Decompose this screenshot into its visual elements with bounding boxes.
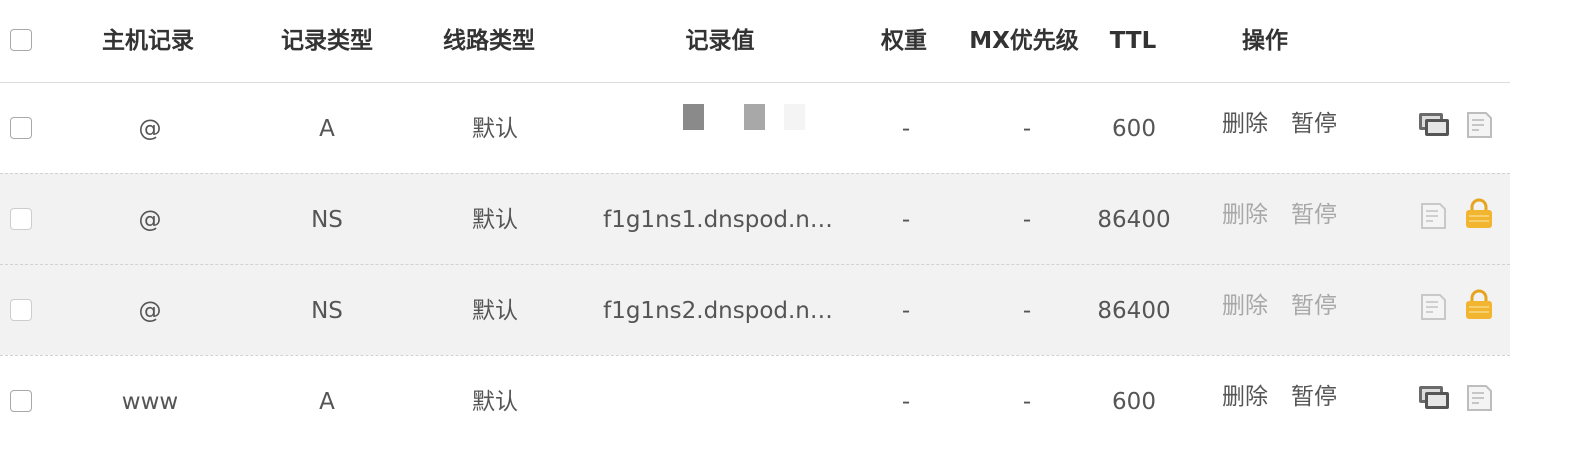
remark-icon[interactable] [1417,384,1451,416]
note-icon[interactable] [1419,202,1447,234]
column-header-host: 主机记录 [102,28,194,54]
column-header-ttl: TTL [1109,28,1157,54]
note-icon[interactable] [1465,111,1493,143]
ttl-cell: 600 [1112,389,1156,415]
table-row: @ NS 默认 f1g1ns1.dnspod.n… - - 86400 删除 暂… [0,173,1510,264]
line-cell: 默认 [472,389,518,415]
column-header-actions: 操作 [1242,28,1288,54]
row-checkbox[interactable] [10,299,32,321]
column-header-value: 记录值 [685,28,755,54]
type-cell: NS [311,298,343,324]
host-cell: @ [138,207,162,233]
mx-cell: - [1022,116,1032,142]
lock-icon [1463,198,1495,234]
pause-button: 暂停 [1291,293,1337,319]
remark-icon[interactable] [1417,111,1451,143]
delete-button: 删除 [1222,293,1268,319]
ttl-cell: 600 [1112,116,1156,142]
table-row: @ NS 默认 f1g1ns2.dnspod.n… - - 86400 删除 暂… [0,264,1510,355]
lock-icon [1463,289,1495,325]
column-header-mx-priority: MX优先级 [969,28,1079,54]
host-cell: www [121,389,179,415]
value-cell: f1g1ns1.dnspod.n… [603,207,833,233]
pause-button: 暂停 [1291,202,1337,228]
note-icon[interactable] [1419,293,1447,325]
host-cell: @ [138,298,162,324]
value-cell: f1g1ns2.dnspod.n… [603,298,833,324]
weight-cell: - [901,298,911,324]
mx-cell: - [1022,207,1032,233]
column-header-line-type: 线路类型 [443,28,535,54]
mx-cell: - [1022,298,1032,324]
ttl-cell: 86400 [1097,207,1171,233]
delete-button[interactable]: 删除 [1222,110,1268,138]
select-all-checkbox[interactable] [10,29,32,51]
ttl-cell: 86400 [1097,298,1171,324]
type-cell: NS [311,207,343,233]
type-cell: A [319,389,335,415]
weight-cell: - [901,389,911,415]
mx-cell: - [1022,389,1032,415]
weight-cell: - [901,207,911,233]
pause-button[interactable]: 暂停 [1291,110,1337,138]
type-cell: A [319,116,335,142]
row-checkbox[interactable] [10,117,32,139]
line-cell: 默认 [472,298,518,324]
row-checkbox[interactable] [10,208,32,230]
note-icon[interactable] [1465,384,1493,416]
pause-button[interactable]: 暂停 [1291,383,1337,411]
row-checkbox[interactable] [10,390,32,412]
column-header-record-type: 记录类型 [281,28,373,54]
delete-button: 删除 [1222,202,1268,228]
line-cell: 默认 [472,207,518,233]
column-header-weight: 权重 [881,28,927,54]
table-row: www A 默认 - - 600 删除 暂停 [0,355,1510,451]
weight-cell: - [901,116,911,142]
table-row: @ A 默认 - - 600 删除 暂停 [0,83,1510,173]
host-cell: @ [138,116,162,142]
delete-button[interactable]: 删除 [1222,383,1268,411]
line-cell: 默认 [472,116,518,142]
table-header: 主机记录 记录类型 线路类型 记录值 权重 MX优先级 TTL 操作 [0,0,1510,83]
